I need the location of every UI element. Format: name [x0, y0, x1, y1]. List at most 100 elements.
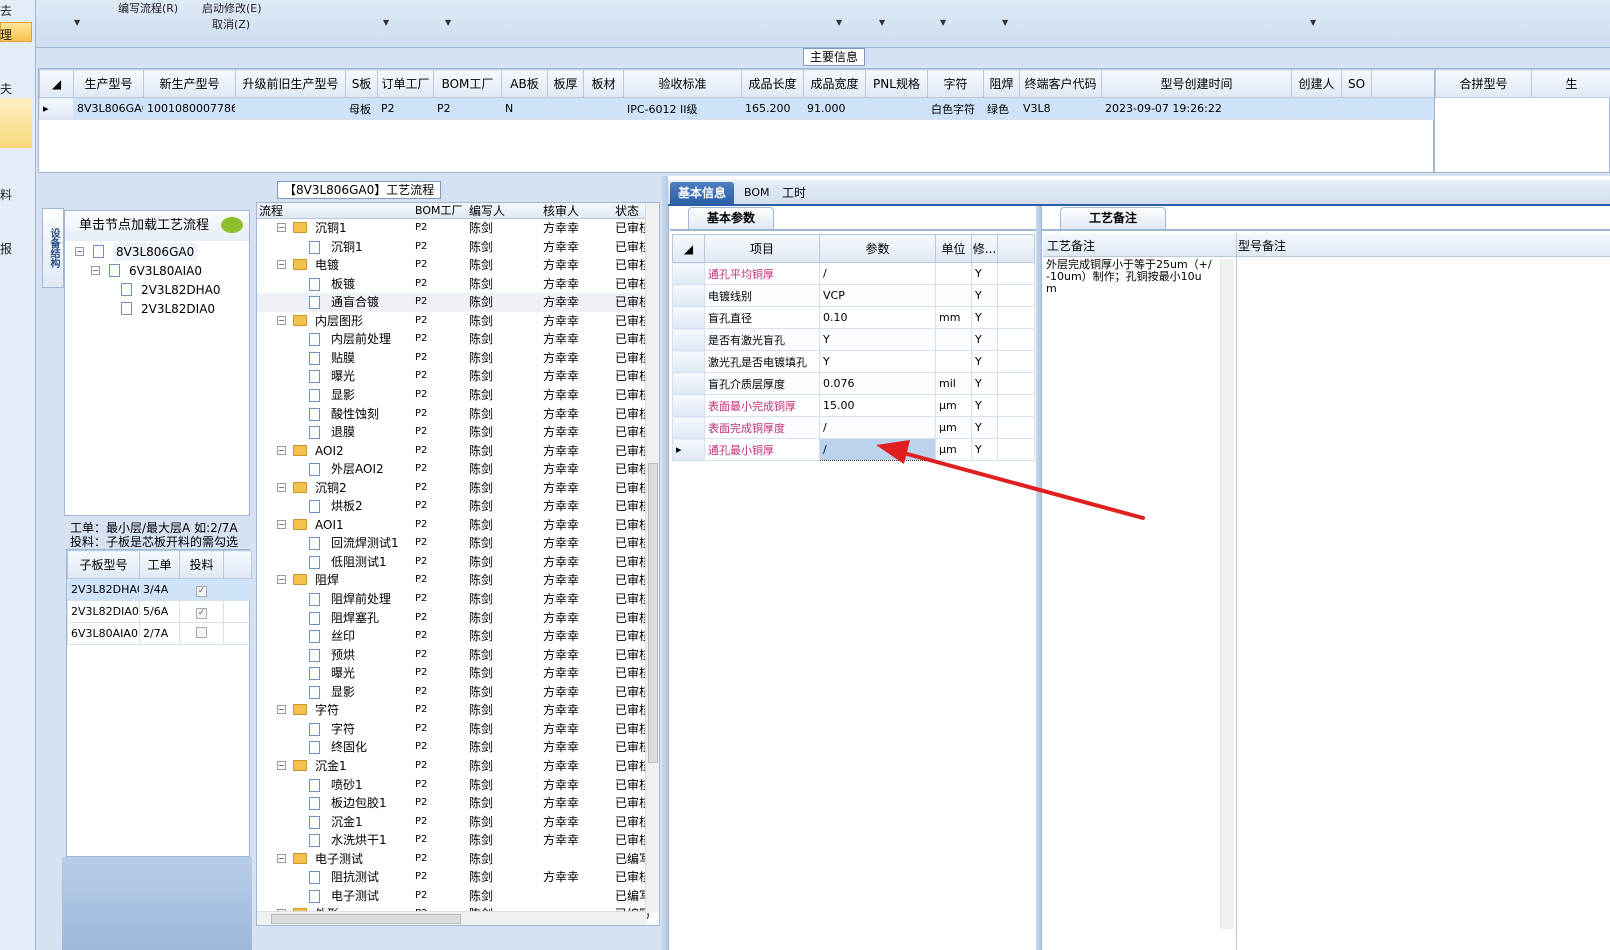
- flow-row[interactable]: 喷砂1 P2 陈剑 方幸幸 已审核: [257, 776, 651, 795]
- flow-row[interactable]: − 电子测试 P2 陈剑 已编写: [257, 850, 651, 869]
- col-main-18[interactable]: SO: [1341, 69, 1372, 98]
- flow-row[interactable]: 退膜 P2 陈剑 方幸幸 已审核: [257, 423, 651, 442]
- vertical-scrollbar[interactable]: [645, 203, 659, 913]
- collapse-icon[interactable]: −: [277, 705, 286, 715]
- tab-process-remarks[interactable]: 工艺备注: [1060, 207, 1167, 229]
- process-remarks-text[interactable]: 外层完成铜厚小于等于25um（+/-10um）制作；孔铜按最小10um: [1046, 259, 1212, 295]
- order-cell[interactable]: 5/6A: [139, 600, 180, 623]
- flow-row[interactable]: 贴膜 P2 陈剑 方幸幸 已审核: [257, 349, 651, 368]
- param-row[interactable]: 激光孔是否电镀填孔 Y Y: [672, 350, 1035, 373]
- param-value[interactable]: VCP: [819, 284, 936, 307]
- flow-row[interactable]: 回流焊测试1 P2 陈剑 方幸幸 已审核: [257, 534, 651, 553]
- main-cell-18[interactable]: [1341, 97, 1372, 120]
- flow-row[interactable]: − 沉铜1 P2 陈剑 方幸幸 已审核: [257, 219, 651, 238]
- main-cell-13[interactable]: 白色字符: [927, 97, 984, 120]
- main-cell-16[interactable]: 2023-09-07 19:26:22: [1101, 97, 1292, 120]
- param-value[interactable]: 0.10: [819, 306, 936, 329]
- nav-label[interactable]: 去: [0, 2, 12, 19]
- param-row[interactable]: 盲孔介质层厚度 0.076 mil Y: [672, 372, 1035, 395]
- equipment-structure-tab[interactable]: 设备结构: [42, 208, 64, 288]
- main-cell-9[interactable]: IPC-6012 II级: [623, 97, 742, 120]
- flow-row[interactable]: − 阻焊 P2 陈剑 方幸幸 已审核: [257, 571, 651, 590]
- comment-icon[interactable]: [221, 217, 243, 233]
- col-param[interactable]: 参数: [819, 234, 936, 263]
- flow-row[interactable]: − 字符 P2 陈剑 方幸幸 已审核: [257, 701, 651, 720]
- col-main-9[interactable]: 验收标准: [623, 69, 742, 98]
- flow-row[interactable]: 丝印 P2 陈剑 方幸幸 已审核: [257, 627, 651, 646]
- main-cell-12[interactable]: [865, 97, 928, 120]
- col-main-2[interactable]: 升级前旧生产型号: [235, 69, 346, 98]
- col-main-8[interactable]: 板材: [583, 69, 624, 98]
- dropdown-arrow-icon[interactable]: ▼: [1002, 18, 1008, 27]
- param-row[interactable]: 通孔平均铜厚 / Y: [672, 262, 1035, 285]
- grid-corner[interactable]: ◢: [672, 234, 705, 263]
- flow-row[interactable]: 酸性蚀刻 P2 陈剑 方幸幸 已审核: [257, 405, 651, 424]
- tab-work-hours[interactable]: 工时: [774, 182, 814, 204]
- flow-row[interactable]: 阻焊塞孔 P2 陈剑 方幸幸 已审核: [257, 609, 651, 628]
- main-cell-10[interactable]: 165.200: [741, 97, 804, 120]
- col-model-remarks[interactable]: 型号备注: [1238, 237, 1286, 254]
- collapse-icon[interactable]: −: [277, 482, 286, 492]
- col-main-13[interactable]: 字符: [927, 69, 984, 98]
- main-cell-14[interactable]: 绿色: [983, 97, 1020, 120]
- collapse-icon[interactable]: −: [277, 760, 286, 770]
- flow-row[interactable]: 预烘 P2 陈剑 方幸幸 已审核: [257, 646, 651, 665]
- param-value[interactable]: /: [819, 262, 936, 285]
- flow-row[interactable]: 沉铜1 P2 陈剑 方幸幸 已审核: [257, 238, 651, 257]
- col-process-remarks[interactable]: 工艺备注: [1047, 237, 1095, 254]
- flow-row[interactable]: 字符 P2 陈剑 方幸幸 已审核: [257, 720, 651, 739]
- collapse-icon[interactable]: −: [277, 575, 286, 585]
- nav-label[interactable]: 夫: [0, 80, 12, 97]
- param-row[interactable]: 是否有激光盲孔 Y Y: [672, 328, 1035, 351]
- col-main-16[interactable]: 型号创建时间: [1101, 69, 1292, 98]
- main-cell-5[interactable]: P2: [433, 97, 502, 120]
- main-cell-15[interactable]: V3L8: [1019, 97, 1102, 120]
- dropdown-arrow-icon[interactable]: ▼: [74, 18, 80, 27]
- col-main-15[interactable]: 终端客户代码: [1019, 69, 1102, 98]
- col-modified[interactable]: 修...: [971, 234, 998, 263]
- sub-model-cell[interactable]: 2V3L82DHA0: [67, 578, 140, 601]
- flow-row[interactable]: 板边包胶1 P2 陈剑 方幸幸 已审核: [257, 794, 651, 813]
- col-reviewer[interactable]: 核审人: [543, 203, 579, 219]
- col-main-10[interactable]: 成品长度: [741, 69, 804, 98]
- dropdown-arrow-icon[interactable]: ▼: [940, 18, 946, 27]
- feed-checkbox[interactable]: ✓: [196, 585, 207, 597]
- tab-basic-params[interactable]: 基本参数: [688, 207, 775, 229]
- col-flow[interactable]: 流程: [259, 203, 283, 219]
- nav-label[interactable]: 料: [0, 186, 12, 203]
- main-cell-7[interactable]: [547, 97, 584, 120]
- collapse-icon[interactable]: −: [277, 853, 286, 863]
- col-sub-model[interactable]: 子板型号: [67, 550, 140, 579]
- order-cell[interactable]: 3/4A: [139, 578, 180, 601]
- col-main-6[interactable]: AB板: [501, 69, 548, 98]
- main-cell-2[interactable]: [235, 97, 346, 120]
- flow-row[interactable]: 沉金1 P2 陈剑 方幸幸 已审核: [257, 813, 651, 832]
- feed-checkbox[interactable]: [196, 626, 207, 638]
- flow-row[interactable]: − AOI2 P2 陈剑 方幸幸 已审核: [257, 442, 651, 461]
- flow-row[interactable]: 曝光 P2 陈剑 方幸幸 已审核: [257, 367, 651, 386]
- col-item[interactable]: 项目: [704, 234, 820, 263]
- param-value[interactable]: Y: [819, 328, 936, 351]
- col-main-11[interactable]: 成品宽度: [803, 69, 866, 98]
- tab-basic-info[interactable]: 基本信息: [670, 182, 735, 204]
- col-merge-1[interactable]: 生: [1531, 69, 1610, 98]
- flow-row[interactable]: 内层前处理 P2 陈剑 方幸幸 已审核: [257, 330, 651, 349]
- flow-row[interactable]: 曝光 P2 陈剑 方幸幸 已审核: [257, 664, 651, 683]
- col-bom-factory[interactable]: BOM工厂: [415, 203, 463, 219]
- collapse-icon[interactable]: −: [277, 260, 286, 270]
- sub-model-cell[interactable]: 2V3L82DIA0: [67, 600, 140, 623]
- col-writer[interactable]: 编写人: [469, 203, 505, 219]
- col-main-5[interactable]: BOM工厂: [433, 69, 502, 98]
- flow-row[interactable]: 电子测试 P2 陈剑 已编写: [257, 887, 651, 906]
- grid-corner[interactable]: ◢: [39, 69, 74, 98]
- main-cell-8[interactable]: [583, 97, 624, 120]
- flow-row[interactable]: 阻抗测试 P2 陈剑 方幸幸 已审核: [257, 868, 651, 887]
- feed-checkbox[interactable]: ✓: [196, 607, 207, 619]
- col-feed[interactable]: 投料: [179, 550, 224, 579]
- dropdown-arrow-icon[interactable]: ▼: [1310, 18, 1316, 27]
- dropdown-arrow-icon[interactable]: ▼: [879, 18, 885, 27]
- param-value[interactable]: 15.00: [819, 394, 936, 417]
- col-merge-0[interactable]: 合拼型号: [1435, 69, 1532, 98]
- main-cell-3[interactable]: 母板: [345, 97, 378, 120]
- col-main-7[interactable]: 板厚: [547, 69, 584, 98]
